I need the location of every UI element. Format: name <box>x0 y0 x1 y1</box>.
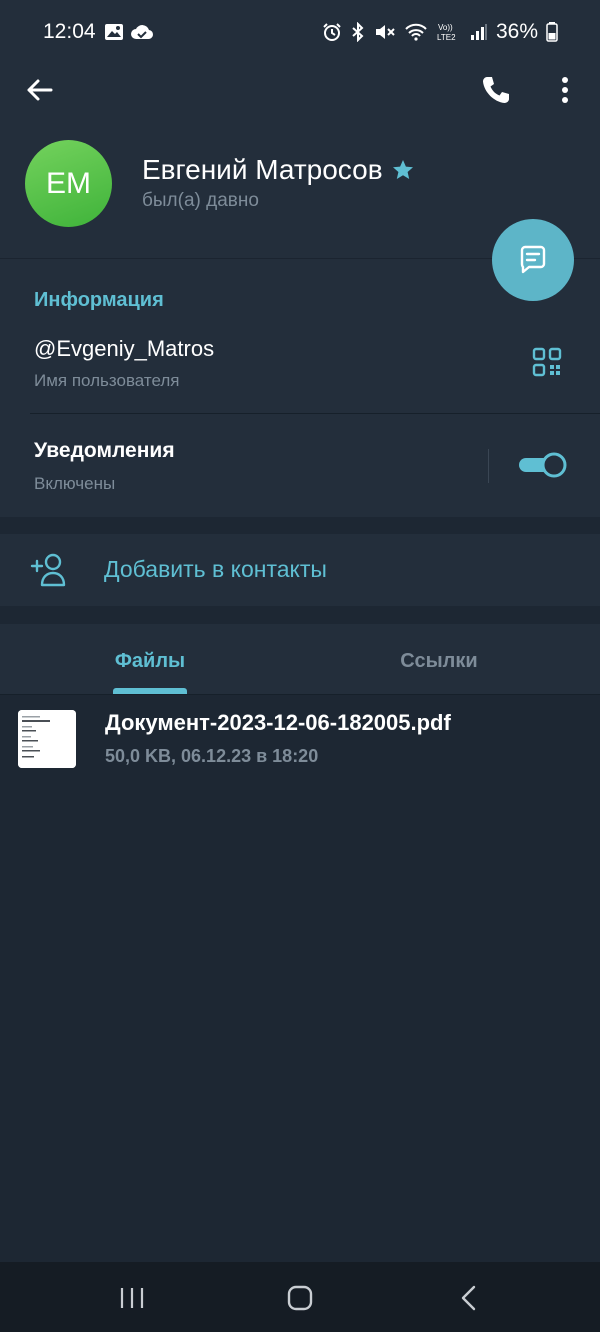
add-to-contacts-row[interactable]: Добавить в контакты <box>0 534 600 606</box>
info-section-title: Информация <box>34 289 164 311</box>
qr-code-icon <box>532 347 562 377</box>
active-tab-indicator <box>113 688 187 694</box>
back-button[interactable] <box>20 70 60 110</box>
message-fab[interactable] <box>492 219 574 301</box>
profile-name: Евгений Матросов <box>142 154 383 185</box>
home-button[interactable] <box>283 1282 317 1314</box>
tab-files[interactable]: Файлы <box>0 624 300 694</box>
status-left-icons <box>104 22 154 42</box>
battery-percent: 36% <box>495 20 538 43</box>
svg-text:LTE2: LTE2 <box>437 33 456 42</box>
volte-icon: Vo))LTE2 <box>437 23 456 42</box>
tab-links[interactable]: Ссылки <box>300 624 578 694</box>
username-value[interactable]: @Evgeniy_Matros <box>34 336 214 362</box>
qr-code-button[interactable] <box>532 347 562 377</box>
toggle-switch-icon <box>519 452 567 478</box>
avatar[interactable]: EM <box>25 140 112 227</box>
notifications-title[interactable]: Уведомления <box>34 439 175 463</box>
vertical-divider <box>488 449 489 483</box>
more-options-button[interactable] <box>548 70 582 110</box>
status-time: 12:04 <box>43 20 96 43</box>
recent-apps-icon <box>120 1288 144 1308</box>
message-icon <box>520 245 546 274</box>
gallery-icon <box>105 24 123 40</box>
notifications-status: Включены <box>34 474 116 493</box>
battery-icon <box>546 22 558 42</box>
username-label: Имя пользователя <box>34 371 180 390</box>
profile-name-row: Евгений Матросов <box>142 154 415 186</box>
phone-icon <box>483 77 509 103</box>
file-meta: 50,0 KB, 06.12.23 в 18:20 <box>105 746 319 766</box>
status-bar: 12:04 Vo)) LTE2 36% <box>0 0 600 66</box>
recent-apps-button[interactable] <box>116 1282 148 1314</box>
info-section: Информация @Evgeniy_Matros Имя пользоват… <box>0 258 600 517</box>
add-to-contacts-label: Добавить в контакты <box>104 556 327 582</box>
signal-icon <box>470 24 487 40</box>
wifi-icon <box>405 23 427 41</box>
status-right: Vo)) LTE2 36% <box>322 20 558 44</box>
avatar-initials: EM <box>46 166 91 200</box>
divider <box>30 413 600 414</box>
back-arrow-icon <box>27 79 53 101</box>
last-seen-status: был(а) давно <box>142 190 259 211</box>
notifications-toggle[interactable] <box>518 451 568 479</box>
svg-text:Vo)): Vo)) <box>438 23 453 32</box>
document-preview-icon <box>18 710 76 768</box>
mute-icon <box>375 25 395 39</box>
back-icon <box>461 1285 476 1311</box>
add-person-icon <box>30 552 70 588</box>
alarm-icon <box>323 23 341 41</box>
home-icon <box>287 1285 313 1311</box>
file-name[interactable]: Документ-2023-12-06-182005.pdf <box>105 710 451 736</box>
nav-back-button[interactable] <box>454 1282 484 1314</box>
media-tabs: Файлы Ссылки <box>0 624 600 695</box>
cloud-check-icon <box>131 25 154 40</box>
bluetooth-icon <box>352 22 364 42</box>
system-nav-bar <box>0 1262 600 1332</box>
more-vert-icon <box>562 77 568 103</box>
file-thumbnail[interactable] <box>18 710 76 768</box>
star-icon <box>392 160 413 179</box>
call-button[interactable] <box>476 70 516 110</box>
